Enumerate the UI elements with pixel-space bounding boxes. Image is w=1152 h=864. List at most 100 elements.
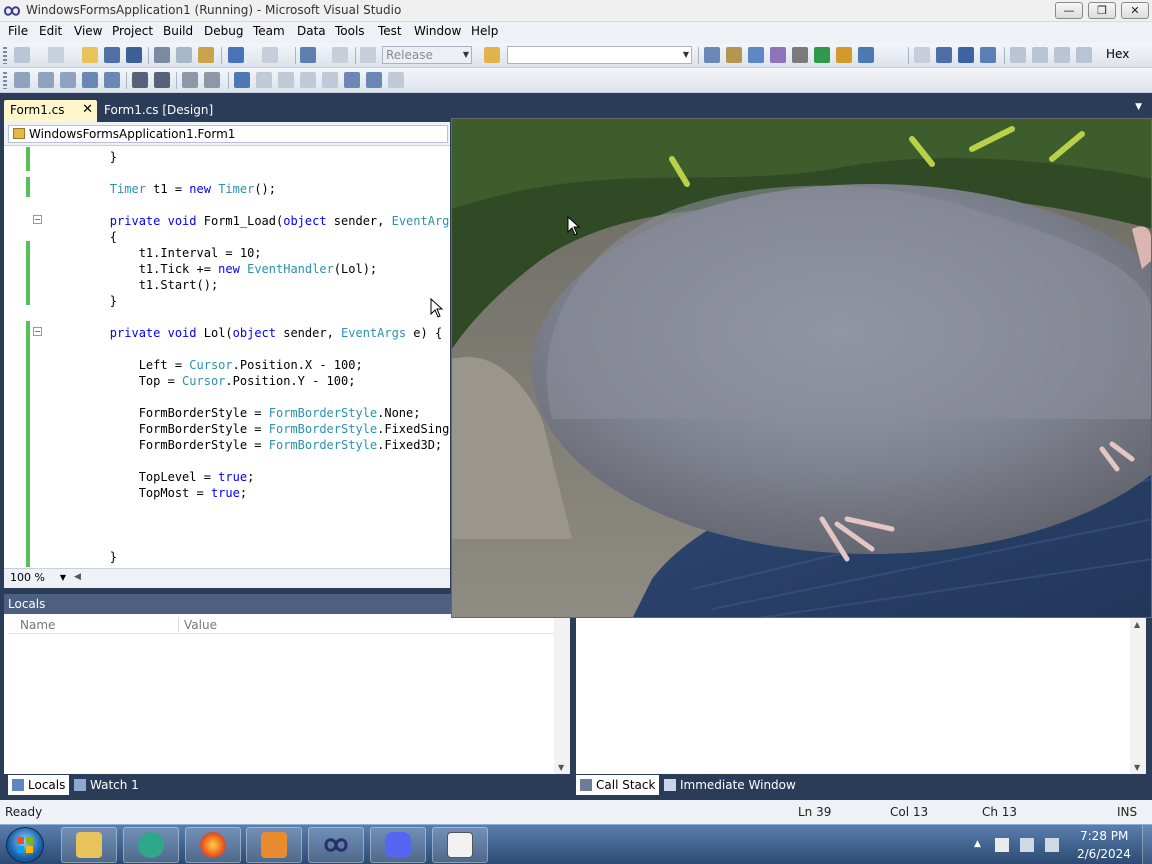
menu-window[interactable]: Window: [413, 24, 462, 38]
scroll-down-icon[interactable]: ▼: [1134, 763, 1140, 772]
cut-icon[interactable]: [154, 47, 170, 63]
previous-bookmark-in-document-icon[interactable]: [344, 72, 360, 88]
taskbar-firefox[interactable]: [185, 827, 241, 863]
menu-tools[interactable]: Tools: [334, 24, 366, 38]
command-window-icon[interactable]: [858, 47, 874, 63]
collapse-icon[interactable]: −: [33, 327, 42, 336]
call-stack-scrollbar[interactable]: ▲ ▼: [1130, 618, 1146, 774]
next-bookmark-in-folder-icon[interactable]: [322, 72, 338, 88]
tab-form1-design[interactable]: Form1.cs [Design]: [98, 100, 218, 122]
copy-icon[interactable]: [176, 47, 192, 63]
running-form-window[interactable]: [451, 118, 1152, 618]
tools-icon[interactable]: [792, 47, 808, 63]
locals-scrollbar[interactable]: ▼: [554, 614, 570, 774]
tab-immediate-window[interactable]: Immediate Window: [660, 775, 800, 795]
close-button[interactable]: ✕: [1121, 2, 1149, 19]
object-browser-icon[interactable]: [748, 47, 764, 63]
toolbar-grip[interactable]: [3, 47, 7, 64]
show-desktop-button[interactable]: [1142, 825, 1152, 864]
display-parameter-info-icon[interactable]: [38, 72, 54, 88]
show-hidden-icons-icon[interactable]: ▲: [974, 839, 988, 853]
zoom-combo[interactable]: 100 % ▼: [6, 571, 68, 586]
open-file-icon[interactable]: [82, 47, 98, 63]
show-next-statement-icon[interactable]: [1010, 47, 1026, 63]
taskbar-visual-studio[interactable]: [308, 827, 364, 863]
menu-debug[interactable]: Debug: [203, 24, 244, 38]
tab-locals[interactable]: Locals: [8, 775, 70, 795]
tab-form1-cs[interactable]: Form1.cs ✕: [4, 100, 97, 122]
taskbar-discord[interactable]: [370, 827, 426, 863]
start-button[interactable]: [6, 827, 44, 863]
properties-icon[interactable]: [726, 47, 742, 63]
start-debugging-icon[interactable]: [360, 47, 376, 63]
action-center-icon[interactable]: [995, 838, 1009, 852]
code-editor[interactable]: WindowsFormsApplication1.Form1 − − } Tim…: [4, 122, 450, 588]
toggle-bookmark-2-icon[interactable]: [234, 72, 250, 88]
taskbar-notepad[interactable]: [432, 827, 488, 863]
display-word-completion-icon[interactable]: [82, 72, 98, 88]
extension-manager-icon[interactable]: [836, 47, 852, 63]
tab-call-stack[interactable]: Call Stack: [576, 775, 660, 795]
maximize-button[interactable]: ❐: [1088, 2, 1116, 19]
collapse-icon[interactable]: −: [33, 215, 42, 224]
menu-test[interactable]: Test: [377, 24, 403, 38]
types-combo[interactable]: WindowsFormsApplication1.Form1: [8, 125, 448, 143]
clock-date[interactable]: 2/6/2024: [1077, 847, 1131, 861]
uncomment-icon[interactable]: [204, 72, 220, 88]
stop-debugging-icon[interactable]: [958, 47, 974, 63]
solution-explorer-icon[interactable]: [704, 47, 720, 63]
step-out-icon[interactable]: [1076, 47, 1092, 63]
menu-help[interactable]: Help: [470, 24, 499, 38]
hex-toggle-button[interactable]: Hex: [1103, 47, 1132, 61]
comment-out-icon[interactable]: [182, 72, 198, 88]
increase-indent-icon[interactable]: [154, 72, 170, 88]
taskbar-explorer[interactable]: [61, 827, 117, 863]
next-bookmark-icon[interactable]: [278, 72, 294, 88]
menu-build[interactable]: Build: [162, 24, 194, 38]
paste-icon[interactable]: [198, 47, 214, 63]
display-object-member-list-icon[interactable]: [14, 72, 30, 88]
clock-time[interactable]: 7:28 PM: [1080, 829, 1128, 843]
column-name[interactable]: Name: [20, 618, 55, 632]
solution-configuration-combo[interactable]: Release ▼: [382, 46, 472, 64]
tab-watch-1[interactable]: Watch 1: [70, 775, 143, 795]
toolbar-grip[interactable]: [3, 72, 7, 89]
toggle-bookmark-icon[interactable]: [104, 72, 120, 88]
previous-bookmark-in-folder-icon[interactable]: [300, 72, 316, 88]
break-all-icon[interactable]: [936, 47, 952, 63]
redo-icon[interactable]: [262, 47, 278, 63]
toolbox-icon[interactable]: [770, 47, 786, 63]
scroll-down-icon[interactable]: ▼: [558, 763, 564, 772]
menu-team[interactable]: Team: [252, 24, 286, 38]
navigate-forward-icon[interactable]: [332, 47, 348, 63]
network-icon[interactable]: [1020, 838, 1034, 852]
column-value[interactable]: Value: [184, 618, 217, 632]
clear-bookmarks-icon[interactable]: [388, 72, 404, 88]
step-over-icon[interactable]: [1054, 47, 1070, 63]
continue-icon[interactable]: [914, 47, 930, 63]
add-item-icon[interactable]: [48, 47, 64, 63]
scroll-up-icon[interactable]: ▲: [1134, 620, 1140, 629]
navigate-backward-icon[interactable]: [300, 47, 316, 63]
menu-data[interactable]: Data: [296, 24, 327, 38]
taskbar-media-player[interactable]: [246, 827, 302, 863]
restart-icon[interactable]: [980, 47, 996, 63]
previous-bookmark-icon[interactable]: [256, 72, 272, 88]
undo-icon[interactable]: [228, 47, 244, 63]
display-quick-info-icon[interactable]: [60, 72, 76, 88]
active-files-dropdown-icon[interactable]: ▼: [1135, 102, 1142, 112]
menu-edit[interactable]: Edit: [38, 24, 63, 38]
volume-muted-icon[interactable]: [1045, 838, 1059, 852]
menu-view[interactable]: View: [73, 24, 103, 38]
step-into-icon[interactable]: [1032, 47, 1048, 63]
menu-project[interactable]: Project: [111, 24, 154, 38]
start-page-icon[interactable]: [814, 47, 830, 63]
new-project-icon[interactable]: [14, 47, 30, 63]
decrease-indent-icon[interactable]: [132, 72, 148, 88]
next-bookmark-in-document-icon[interactable]: [366, 72, 382, 88]
scroll-left-icon[interactable]: ◀: [74, 572, 81, 582]
save-icon[interactable]: [104, 47, 120, 63]
find-in-files-icon[interactable]: [484, 47, 500, 63]
code-area[interactable]: − − } Timer t1 = new Timer(); private vo…: [4, 147, 450, 567]
find-combo[interactable]: ▼: [507, 46, 692, 64]
